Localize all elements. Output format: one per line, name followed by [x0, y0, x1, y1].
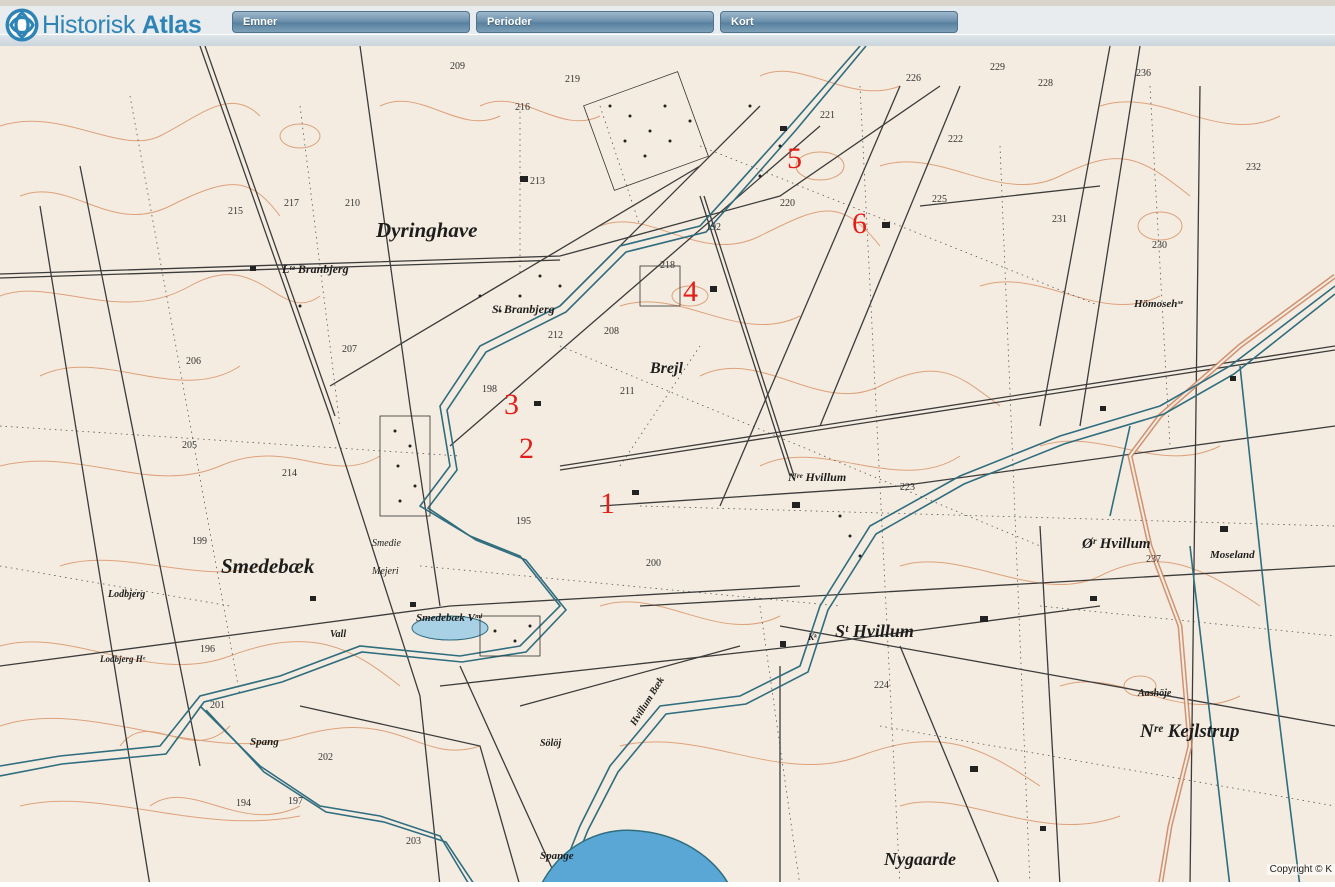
- logo-text-historisk: Historisk: [42, 10, 136, 39]
- marker-4[interactable]: 4: [683, 277, 698, 307]
- place-lodbjerg: Lodbjerg: [108, 589, 146, 600]
- place-st-hvillum: Sᵗ Hvillum: [835, 621, 914, 641]
- elevation-label: 228: [1038, 78, 1053, 89]
- marker-2[interactable]: 2: [519, 434, 534, 464]
- elevation-label: 209: [450, 61, 465, 72]
- nav-perioder-button[interactable]: Perioder: [476, 11, 714, 33]
- elevation-label: 206: [186, 356, 201, 367]
- place-smedie: Smedie: [372, 538, 401, 549]
- elevation-label: 232: [1246, 162, 1261, 173]
- elevation-label: 202: [318, 752, 333, 763]
- marker-3[interactable]: 3: [504, 390, 519, 420]
- place-smedebaek-vml: Smedebæk Vᵐˡ: [416, 612, 482, 624]
- elevation-label: 208: [604, 326, 619, 337]
- main-road: [1127, 273, 1335, 887]
- elevation-label: 222: [948, 134, 963, 145]
- app-header: Historisk Atlas Emner Perioder Kort: [0, 0, 1335, 47]
- elevation-label: 221: [820, 110, 835, 121]
- bottom-bar: [0, 882, 1335, 887]
- place-spang: Spang: [250, 736, 279, 748]
- atlas-logo-icon: [5, 8, 39, 42]
- elevation-label: 215: [228, 206, 243, 217]
- elevation-label: 216: [515, 102, 530, 113]
- place-solvi: Sölöj: [540, 738, 562, 749]
- elevation-label: 218: [660, 260, 675, 271]
- place-kirke: Kᵏ: [808, 632, 817, 642]
- elevation-label: 236: [1136, 68, 1151, 79]
- elevation-label: 212: [548, 330, 563, 341]
- nav-emner-button[interactable]: Emner: [232, 11, 470, 33]
- elevation-label: 201: [210, 700, 225, 711]
- place-lodbjerg-h: Lodbjerg Hᵉ: [100, 654, 146, 664]
- place-o-hvillum: Øʳ Hvillum: [1082, 536, 1151, 552]
- elevation-label: 210: [345, 198, 360, 209]
- nav-kort-button[interactable]: Kort: [720, 11, 958, 33]
- place-spange: Spange: [540, 850, 574, 862]
- place-st-branbjerg: Sᵗ Branbjerg: [492, 302, 555, 316]
- elevation-label: 192: [706, 222, 721, 233]
- place-le-branbjerg: Lᵗᵉ Branbjerg: [282, 262, 349, 276]
- place-brejl: Brejl: [650, 360, 683, 377]
- copyright-notice: Copyright © K: [1266, 864, 1335, 875]
- elevation-label: 219: [565, 74, 580, 85]
- logo-text: Historisk Atlas: [42, 10, 202, 40]
- place-homosehse: Hömosehˢᵉ: [1134, 298, 1184, 310]
- marker-6[interactable]: 6: [852, 209, 867, 239]
- historic-map[interactable]: Dyringhave Smedebæk Brejl Nʳᵉ Hvillum Sᵗ…: [0, 46, 1335, 887]
- elevation-label: 225: [932, 194, 947, 205]
- place-dyringhave: Dyringhave: [376, 218, 478, 242]
- elevation-label: 231: [1052, 214, 1067, 225]
- place-vall: Vall: [330, 629, 347, 640]
- elevation-label: 200: [646, 558, 661, 569]
- elevation-label: 197: [288, 796, 303, 807]
- app-logo[interactable]: Historisk Atlas: [4, 6, 202, 44]
- elevation-label: 198: [482, 384, 497, 395]
- marker-5[interactable]: 5: [787, 144, 802, 174]
- elevation-label: 213: [530, 176, 545, 187]
- elevation-label: 199: [192, 536, 207, 547]
- elevation-label: 196: [200, 644, 215, 655]
- place-nygaarde: Nygaarde: [884, 849, 956, 869]
- elevation-label: 207: [342, 344, 357, 355]
- elevation-label: 194: [236, 798, 251, 809]
- elevation-label: 220: [780, 198, 795, 209]
- elevation-label: 237: [1146, 554, 1161, 565]
- marker-1[interactable]: 1: [600, 489, 615, 519]
- elevation-label: 217: [284, 198, 299, 209]
- elevation-label: 223: [900, 482, 915, 493]
- elevation-label: 203: [406, 836, 421, 847]
- elevation-label: 211: [620, 386, 635, 397]
- elevation-label: 205: [182, 440, 197, 451]
- place-mejeri: Mejeri: [372, 566, 399, 577]
- elevation-label: 224: [874, 680, 889, 691]
- elevation-label: 226: [906, 73, 921, 84]
- logo-text-atlas: Atlas: [141, 10, 202, 39]
- elevation-label: 230: [1152, 240, 1167, 251]
- map-canvas: [0, 46, 1335, 887]
- place-aashoje: Aashöje: [1138, 688, 1172, 699]
- elevation-label: 229: [990, 62, 1005, 73]
- place-moseland: Moseland: [1210, 549, 1255, 561]
- elevation-label: 214: [282, 468, 297, 479]
- place-smedebaek: Smedebæk: [221, 554, 315, 578]
- elevation-label: 195: [516, 516, 531, 527]
- place-nr-hvillum: Nʳᵉ Hvillum: [788, 470, 847, 484]
- place-nr-kejlstrup: Nʳᵉ Kejlstrup: [1140, 721, 1240, 742]
